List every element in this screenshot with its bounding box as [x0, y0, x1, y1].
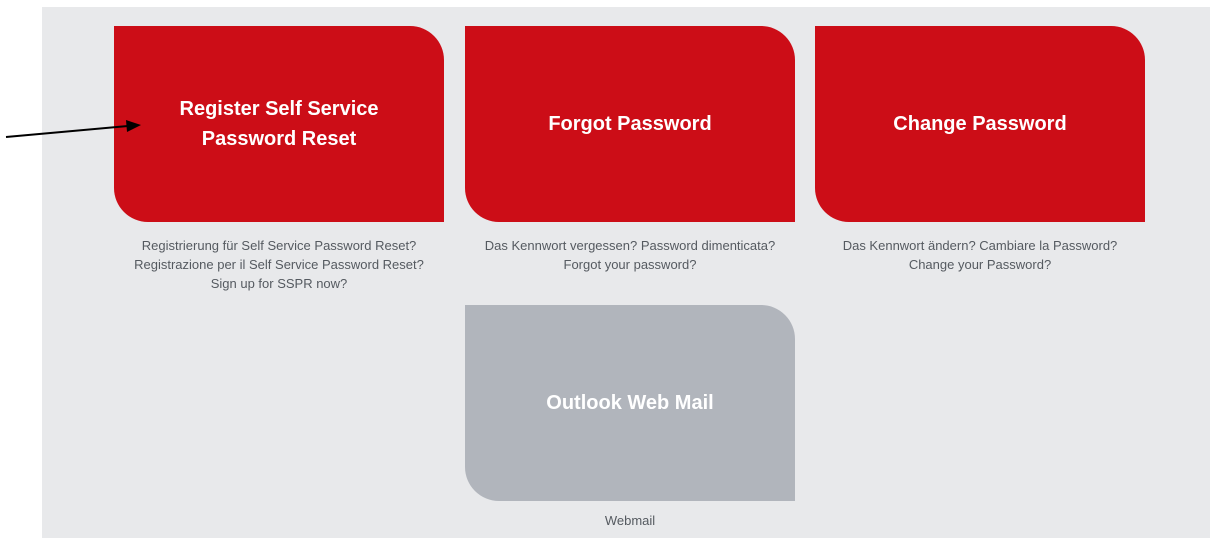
description-line: Das Kennwort ändern? Cambiare la Passwor…: [842, 238, 1118, 253]
description-line: Das Kennwort vergessen? Password dimenti…: [484, 238, 776, 253]
forgot-password-description: Das Kennwort vergessen? Password dimenti…: [450, 236, 810, 274]
outlook-web-mail-tile[interactable]: Outlook Web Mail: [465, 305, 795, 501]
description-line: Registrazione per il Self Service Passwo…: [134, 257, 424, 272]
change-password-description: Das Kennwort ändern? Cambiare la Passwor…: [800, 236, 1160, 274]
description-line: Registrierung für Self Service Password …: [141, 238, 417, 253]
outlook-web-mail-description: Webmail: [450, 511, 810, 530]
description-line: Forgot your password?: [563, 257, 697, 272]
register-sspr-tile[interactable]: Register Self Service Password Reset: [114, 26, 444, 222]
description-line: Sign up for SSPR now?: [210, 276, 348, 291]
register-sspr-description: Registrierung für Self Service Password …: [99, 236, 459, 293]
description-line: Webmail: [604, 513, 656, 528]
forgot-password-tile[interactable]: Forgot Password: [465, 26, 795, 222]
description-line: Change your Password?: [908, 257, 1052, 272]
change-password-tile[interactable]: Change Password: [815, 26, 1145, 222]
outlook-web-mail-label: Outlook Web Mail: [546, 392, 714, 414]
change-password-label: Change Password: [893, 113, 1067, 135]
annotation-arrow-icon: [5, 120, 141, 138]
forgot-password-label: Forgot Password: [548, 113, 712, 135]
register-sspr-label: Register Self Service Password Reset: [179, 98, 379, 150]
